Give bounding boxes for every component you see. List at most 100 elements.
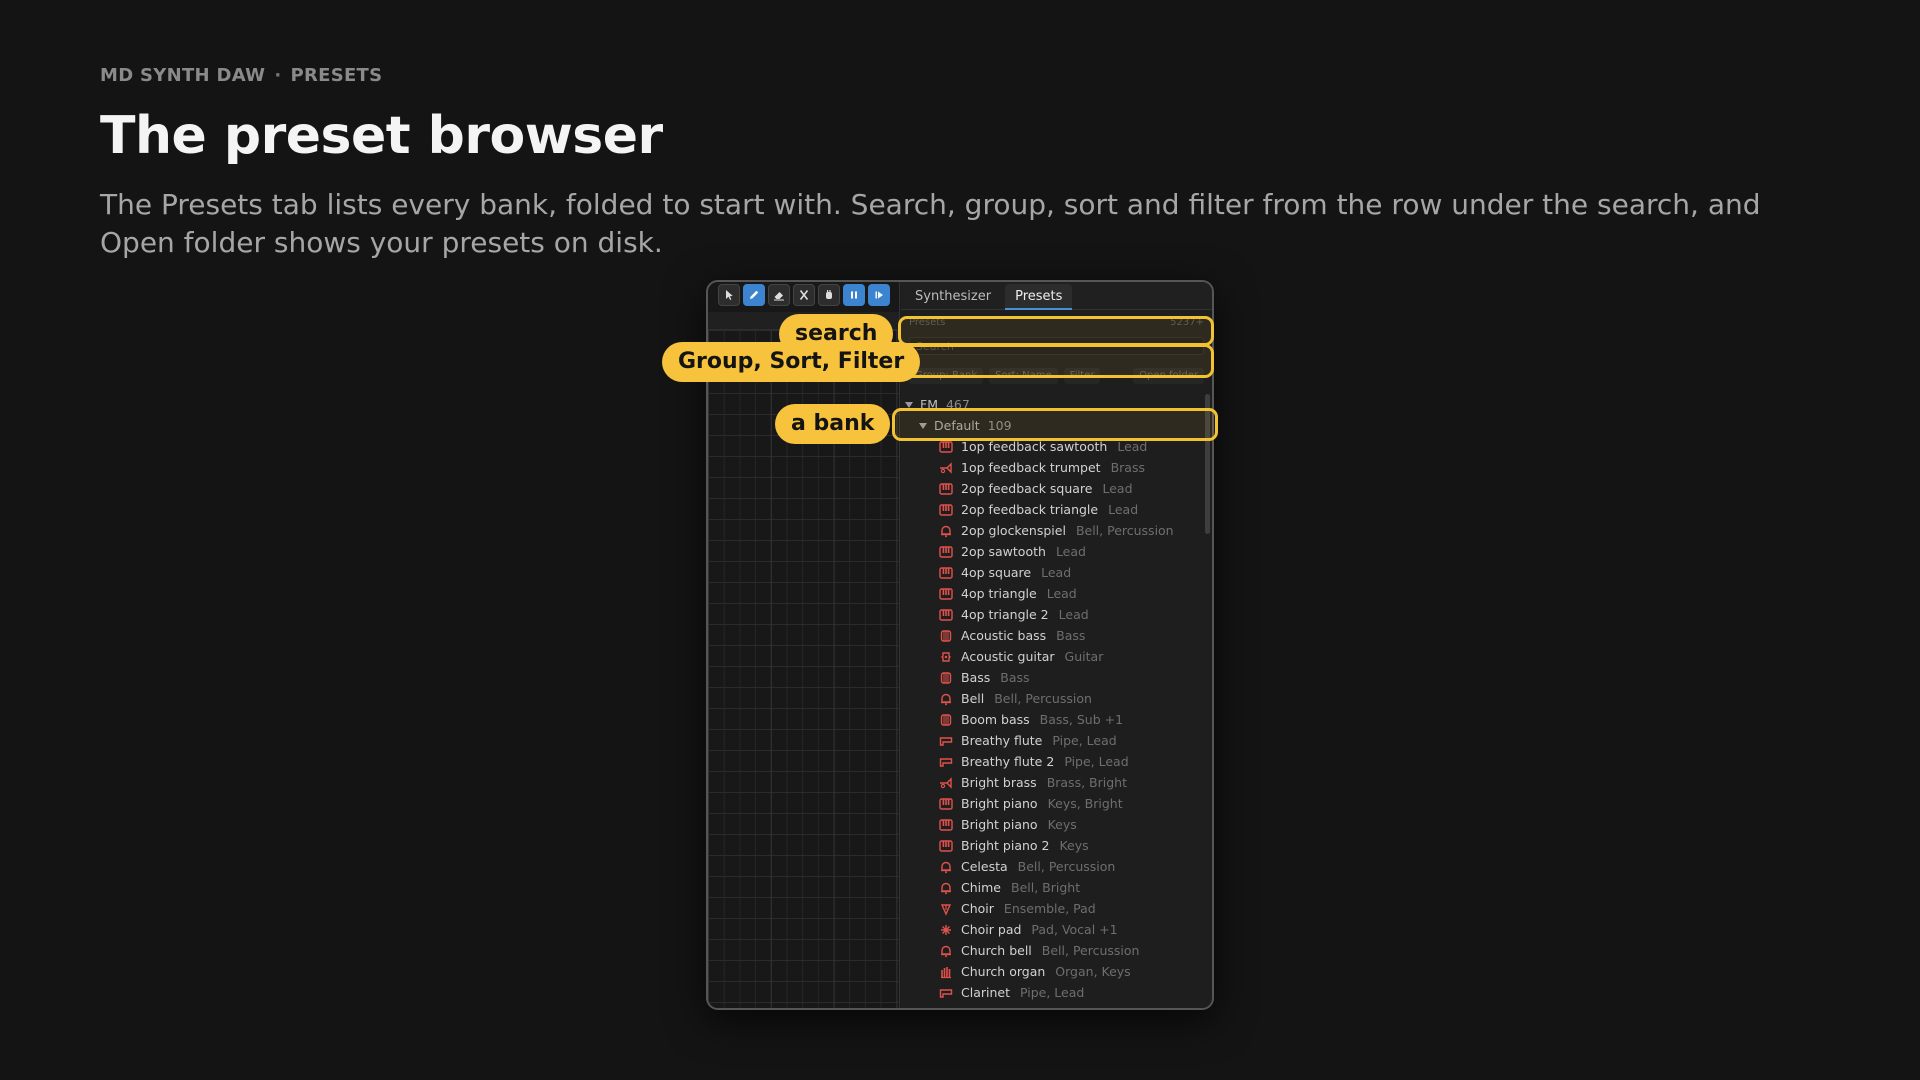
preset-row[interactable]: 4op square Lead xyxy=(901,562,1204,583)
preset-tags: Pipe, Lead xyxy=(1052,733,1117,748)
preset-name: Bright piano xyxy=(961,796,1038,811)
preset-name: 1op feedback trumpet xyxy=(961,460,1101,475)
keys-icon xyxy=(939,566,953,579)
preset-row[interactable]: 1op feedback trumpet Brass xyxy=(901,457,1204,478)
eyebrow-separator: · xyxy=(274,65,282,86)
preset-row[interactable]: Bass Bass xyxy=(901,667,1204,688)
preset-row[interactable]: Bright brass Brass, Bright xyxy=(901,772,1204,793)
preset-name: Bright brass xyxy=(961,775,1037,790)
preset-row[interactable]: 2op glockenspiel Bell, Percussion xyxy=(901,520,1204,541)
bell-icon xyxy=(941,861,951,873)
preset-name: Church bell xyxy=(961,943,1032,958)
preset-row[interactable]: Choir pad Pad, Vocal +1 xyxy=(901,919,1204,940)
preset-tags: Lead xyxy=(1058,607,1089,622)
bell-icon xyxy=(941,945,951,957)
keys-icon xyxy=(939,818,953,831)
search-highlight xyxy=(898,316,1214,346)
preset-row[interactable]: 4op triangle 2 Lead xyxy=(901,604,1204,625)
section-name: PRESETS xyxy=(290,65,383,86)
preset-row[interactable]: Breathy flute Pipe, Lead xyxy=(901,730,1204,751)
pencil-tool-button[interactable] xyxy=(743,284,765,306)
guitar-icon xyxy=(941,651,951,662)
preset-tags: Lead xyxy=(1117,439,1148,454)
preset-tags: Pad, Vocal +1 xyxy=(1031,922,1118,937)
preset-row[interactable]: Bell Bell, Percussion xyxy=(901,688,1204,709)
preset-row[interactable]: Breathy flute 2 Pipe, Lead xyxy=(901,751,1204,772)
pause-icon xyxy=(851,291,857,299)
preset-row[interactable]: Chime Bell, Bright xyxy=(901,877,1204,898)
eyebrow: MD SYNTH DAW · PRESETS xyxy=(100,65,382,86)
play-button[interactable] xyxy=(868,284,890,306)
preset-row[interactable]: Bright piano 2 Keys xyxy=(901,835,1204,856)
preset-name: Breathy flute 2 xyxy=(961,754,1055,769)
hand-tool-button[interactable] xyxy=(818,284,840,306)
pointer-tool-button[interactable] xyxy=(718,284,740,306)
preset-tags: Brass xyxy=(1110,460,1145,475)
preset-name: Bright piano 2 xyxy=(961,838,1050,853)
scissors-tool-button[interactable] xyxy=(793,284,815,306)
pointer-icon xyxy=(726,290,733,300)
preset-tags: Bell, Percussion xyxy=(1075,523,1174,538)
preset-row[interactable]: 4op triangle Lead xyxy=(901,583,1204,604)
preset-name: Chime xyxy=(961,880,1001,895)
preset-name: Clarinet xyxy=(961,985,1010,1000)
bell-icon xyxy=(941,693,951,705)
preset-name: Church organ xyxy=(961,964,1046,979)
play-icon xyxy=(875,291,883,299)
preset-tags: Pipe, Lead xyxy=(1020,985,1085,1000)
preset-tags: Bell, Percussion xyxy=(1017,859,1116,874)
bass-icon xyxy=(940,713,952,726)
preset-row[interactable]: Acoustic bass Bass xyxy=(901,625,1204,646)
organ-icon xyxy=(941,966,951,978)
preset-name: Choir xyxy=(961,901,994,916)
bell-icon xyxy=(941,525,951,537)
preset-name: 2op sawtooth xyxy=(961,544,1046,559)
preset-tags: Bass xyxy=(1000,670,1030,685)
tab-presets[interactable]: Presets xyxy=(1005,284,1073,310)
preset-row[interactable]: 2op sawtooth Lead xyxy=(901,541,1204,562)
preset-name: 4op square xyxy=(961,565,1032,580)
preset-row[interactable]: Celesta Bell, Percussion xyxy=(901,856,1204,877)
pipe-icon xyxy=(939,757,953,767)
preset-row[interactable]: Bright piano Keys, Bright xyxy=(901,793,1204,814)
eraser-tool-button[interactable] xyxy=(768,284,790,306)
preset-tags: Bell, Percussion xyxy=(1041,943,1140,958)
keys-icon xyxy=(939,608,953,621)
bass-icon xyxy=(940,629,952,642)
preset-tags: Organ, Keys xyxy=(1055,964,1131,979)
preset-row[interactable]: Choir Ensemble, Pad xyxy=(901,898,1204,919)
preset-tags: Lead xyxy=(1108,502,1139,517)
preset-row[interactable]: Bright piano Keys xyxy=(901,814,1204,835)
preset-tags: Lead xyxy=(1102,481,1133,496)
trumpet-icon xyxy=(940,461,952,474)
preset-name: Acoustic guitar xyxy=(961,649,1055,664)
preset-row[interactable]: Boom bass Bass, Sub +1 xyxy=(901,709,1204,730)
bell-icon xyxy=(941,882,951,894)
preset-row[interactable]: 2op feedback triangle Lead xyxy=(901,499,1204,520)
preset-row[interactable]: Clavinet Keys xyxy=(901,1003,1204,1008)
preset-tags: Keys xyxy=(1047,817,1077,832)
preset-name: Acoustic bass xyxy=(961,628,1047,643)
preset-tags: Brass, Bright xyxy=(1046,775,1127,790)
preset-name: Clavinet xyxy=(961,1006,1012,1008)
preset-name: 4op triangle xyxy=(961,586,1037,601)
preset-name: Breathy flute xyxy=(961,733,1043,748)
preset-row[interactable]: 2op feedback square Lead xyxy=(901,478,1204,499)
preset-name: Celesta xyxy=(961,859,1008,874)
hand-icon xyxy=(826,290,832,299)
preset-row[interactable]: Acoustic guitar Guitar xyxy=(901,646,1204,667)
preset-row[interactable]: Clarinet Pipe, Lead xyxy=(901,982,1204,1003)
tab-synthesizer[interactable]: Synthesizer xyxy=(905,284,1001,310)
trumpet-icon xyxy=(940,776,952,789)
chevron-down-icon xyxy=(905,401,913,408)
preset-row[interactable]: Church organ Organ, Keys xyxy=(901,961,1204,982)
pause-button[interactable] xyxy=(843,284,865,306)
preset-tags: Bass xyxy=(1056,628,1086,643)
callout-group-sort-filter: Group, Sort, Filter xyxy=(662,342,921,382)
preset-name: Bell xyxy=(961,691,985,706)
preset-row[interactable]: Church bell Bell, Percussion xyxy=(901,940,1204,961)
keys-icon xyxy=(939,587,953,600)
preset-tags: Bell, Percussion xyxy=(994,691,1092,706)
preset-tags: Lead xyxy=(1055,544,1086,559)
preset-name: Bright piano xyxy=(961,817,1038,832)
